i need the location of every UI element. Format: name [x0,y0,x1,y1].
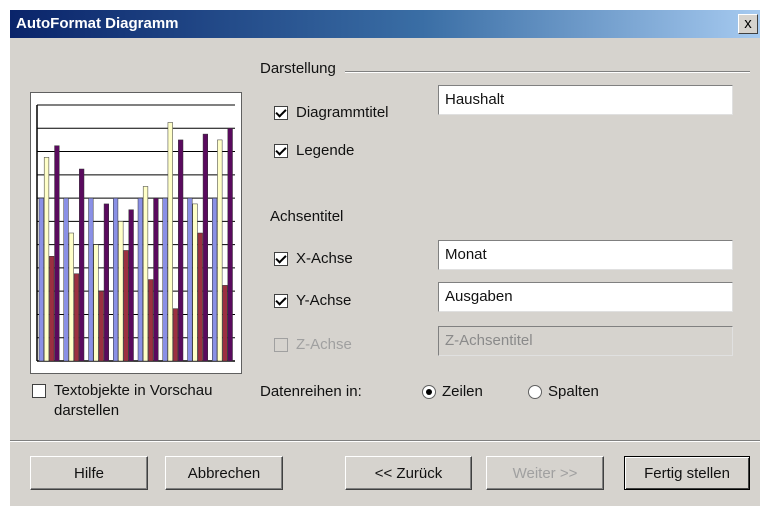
chart-bar [178,139,184,362]
chart-bar [217,139,223,362]
title-bar[interactable]: AutoFormat Diagramm x [10,10,760,38]
chart-bar [137,197,143,362]
chart-preview [30,92,242,374]
textobjekte-checkbox-row[interactable]: Textobjekte in Vorschau [32,382,212,399]
chart-bar [172,308,179,362]
chart-bar [153,197,159,362]
darstellung-group-line [345,71,750,73]
z-achse-input: Z-Achsentitel [438,326,733,356]
radio-spalten-button[interactable] [528,384,542,399]
chart-bar [123,250,129,362]
x-achse-label: X-Achse [296,250,353,267]
chart-bar [49,256,55,362]
button-separator [10,440,760,442]
y-achse-input[interactable]: Ausgaben [438,282,733,312]
datenreihen-label: Datenreihen in: [260,383,362,400]
chart-bar [63,197,69,362]
chart-bar [227,128,233,362]
radio-spalten-label: Spalten [548,383,599,400]
close-button[interactable]: x [738,14,758,34]
chart-bar [88,197,94,362]
chart-bar [38,197,44,362]
chart-bar [148,279,154,362]
diagrammtitel-input[interactable]: Haushalt [438,85,733,115]
textobjekte-label-line1: Textobjekte in Vorschau [54,382,213,399]
chart-bar [98,290,104,362]
chart-bar [118,221,124,362]
x-achse-checkbox[interactable] [274,251,288,266]
z-achse-checkbox-row: Z-Achse [274,336,352,353]
legende-checkbox[interactable] [274,143,288,158]
radio-zeilen-label: Zeilen [442,383,483,400]
chart-bar [192,203,198,362]
chart-bar [197,232,203,362]
y-achse-checkbox-row[interactable]: Y-Achse [274,292,351,309]
chart-bar [167,122,173,362]
radio-zeilen[interactable]: Zeilen [422,383,483,400]
z-achse-label: Z-Achse [296,336,352,353]
chart-bar [54,145,60,362]
chart-bar [43,157,50,362]
textobjekte-label-line2: darstellen [54,402,120,419]
zurueck-button[interactable]: << Zurück [345,456,472,490]
chart-bar [222,285,228,362]
radio-spalten[interactable]: Spalten [528,383,599,400]
chart-bar [128,209,134,362]
diagrammtitel-label: Diagrammtitel [296,104,389,121]
darstellung-group-label: Darstellung [260,60,336,77]
y-achse-label: Y-Achse [296,292,352,309]
hilfe-button[interactable]: Hilfe [30,456,148,490]
diagrammtitel-checkbox-row[interactable]: Diagrammtitel [274,104,389,121]
z-achse-checkbox [274,337,288,352]
chart-bar [68,232,74,362]
abbrechen-button[interactable]: Abbrechen [165,456,283,490]
close-icon: x [744,15,752,32]
autoformat-dialog: AutoFormat Diagramm x Darstellung Diagra… [10,10,760,506]
diagrammtitel-checkbox[interactable] [274,105,288,120]
preview-chart-svg [36,104,235,362]
chart-bar [113,197,119,362]
textobjekte-checkbox[interactable] [32,383,46,398]
chart-bar [142,186,149,362]
chart-bar [79,168,85,362]
chart-bar [73,273,80,362]
chart-bar [162,197,168,362]
weiter-button: Weiter >> [486,456,604,490]
x-achse-checkbox-row[interactable]: X-Achse [274,250,353,267]
fertig-stellen-button[interactable]: Fertig stellen [624,456,750,490]
chart-bar [103,203,109,362]
radio-zeilen-button[interactable] [422,384,436,399]
achsentitel-label: Achsentitel [270,208,344,225]
legende-label: Legende [296,142,355,159]
chart-bar [202,133,208,362]
y-achse-checkbox[interactable] [274,293,288,308]
window-title: AutoFormat Diagramm [16,15,179,32]
chart-bar [93,244,99,362]
chart-bar [212,197,218,362]
legende-checkbox-row[interactable]: Legende [274,142,354,159]
x-achse-input[interactable]: Monat [438,240,733,270]
chart-bar [187,197,193,362]
